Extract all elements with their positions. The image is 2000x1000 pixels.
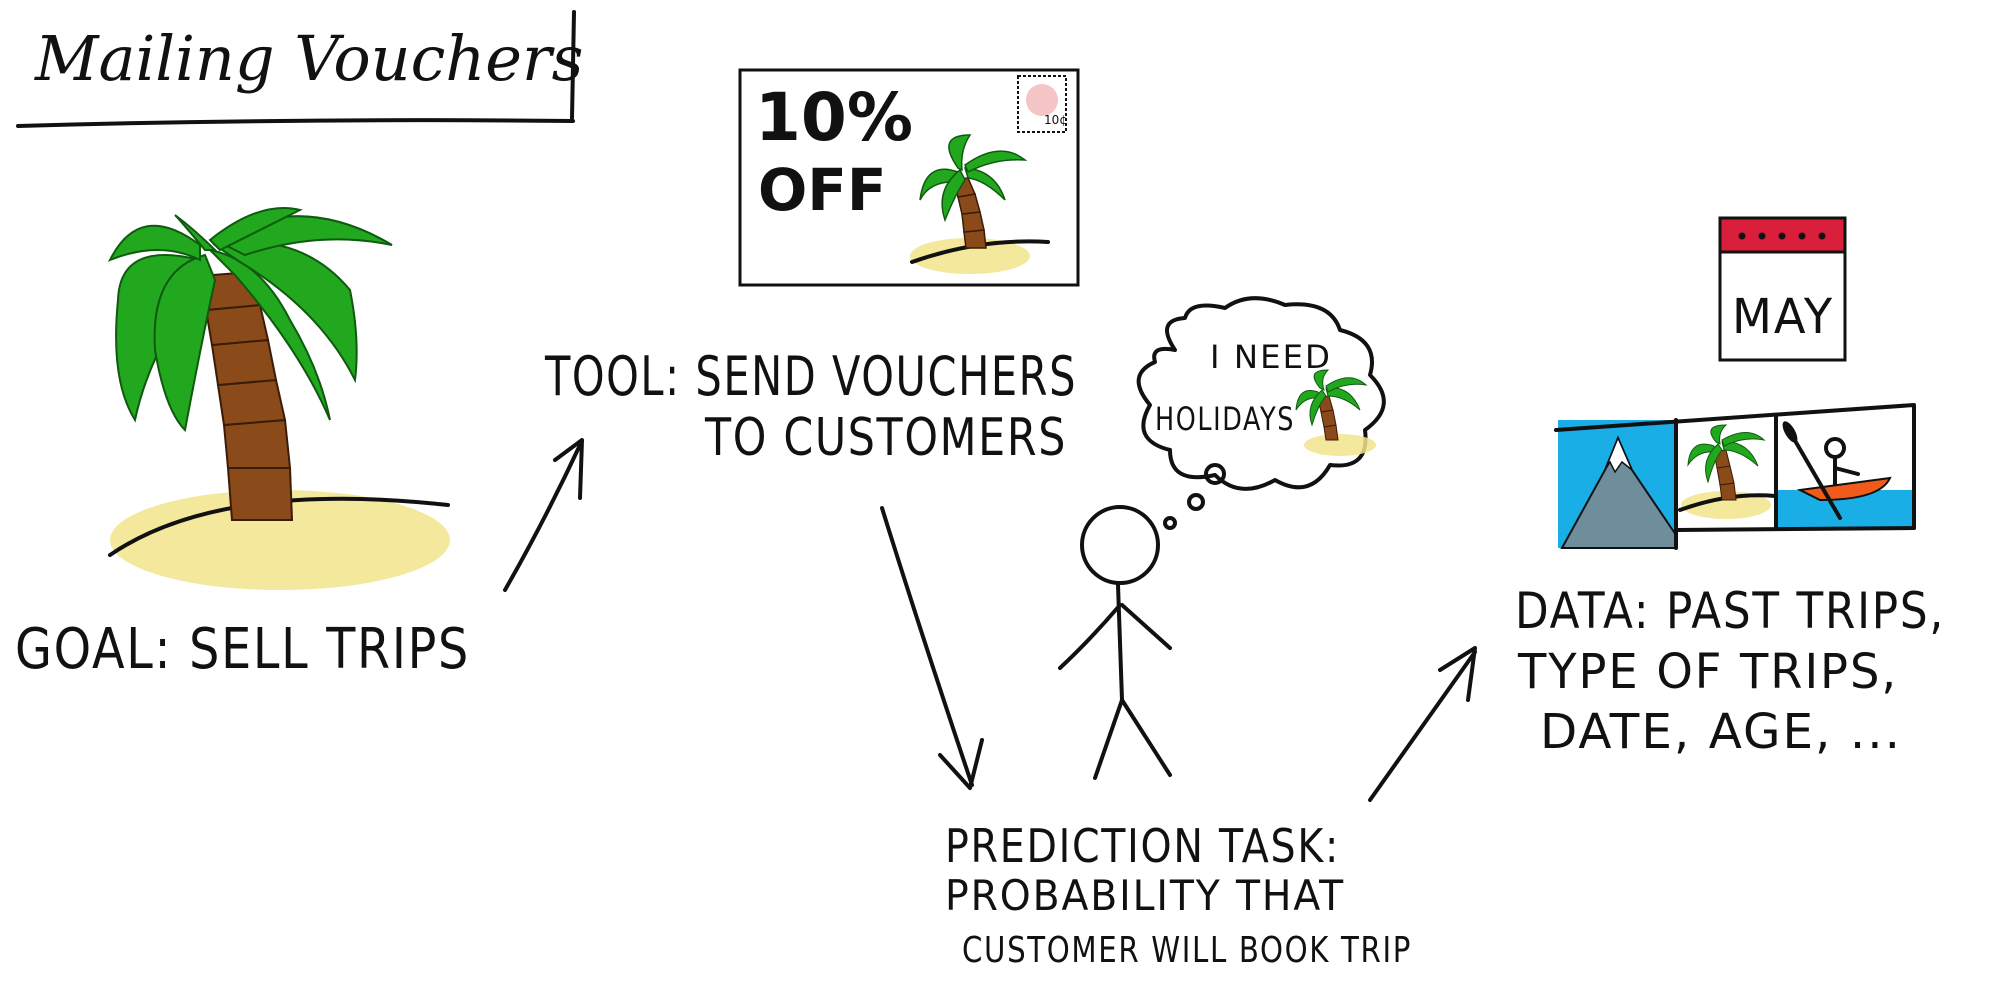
tool-label-line2: TO CUSTOMERS [704, 408, 1067, 468]
voucher-off: OFF [758, 156, 887, 224]
calendar-icon: MAY [1718, 216, 1847, 362]
figure-arm-left [1058, 603, 1122, 670]
data-line1: DATA: PAST TRIPS, [1515, 582, 1945, 640]
figure-body [1116, 583, 1124, 702]
calendar-month: MAY [1732, 289, 1834, 345]
prediction-line1: PREDICTION TASK: [945, 819, 1340, 873]
figure-head [1080, 505, 1160, 585]
data-line3: DATE, AGE, ... [1540, 704, 1902, 760]
title-divider-vertical [570, 10, 576, 120]
postage-stamp: 10¢ [1017, 75, 1067, 133]
kayak-trip-panel [1776, 421, 1916, 528]
trip-types-strip [1554, 403, 1916, 550]
arrow-tool-to-prediction [880, 506, 984, 790]
title-underline [16, 118, 575, 128]
title-box: Mailing Vouchers [16, 10, 583, 128]
goal-label: GOAL: SELL TRIPS [15, 617, 470, 682]
mountain-trip-panel [1558, 420, 1677, 549]
palm-island-illustration [107, 207, 450, 590]
data-line2: TYPE OF TRIPS, [1517, 644, 1898, 700]
stick-figure [1058, 505, 1172, 780]
figure-leg-left [1093, 698, 1124, 780]
page-title: Mailing Vouchers [34, 22, 583, 95]
tool-label-line1: TOOL: SEND VOUCHERS [544, 345, 1077, 408]
thought-line2: HOLIDAYS [1155, 400, 1295, 438]
voucher-card: 10% OFF 10¢ [738, 68, 1080, 287]
thought-line1: I NEED [1210, 338, 1332, 376]
stamp-value: 10¢ [1044, 113, 1067, 127]
figure-arm-right [1120, 603, 1172, 650]
prediction-line3: CUSTOMER WILL BOOK TRIP [962, 930, 1412, 971]
thought-bubble: I NEED HOLIDAYS [1136, 296, 1386, 530]
prediction-line2: PROBABILITY THAT [945, 871, 1345, 920]
beach-trip-panel [1676, 420, 1777, 528]
arrow-goal-to-tool [503, 438, 584, 592]
voucher-discount: 10% [755, 79, 913, 156]
diagram-canvas: Mailing Vouchers GOAL: SELL TRIPS 10% OF… [15, 10, 1945, 971]
figure-leg-right [1120, 698, 1172, 777]
arrow-prediction-to-data [1368, 646, 1477, 802]
